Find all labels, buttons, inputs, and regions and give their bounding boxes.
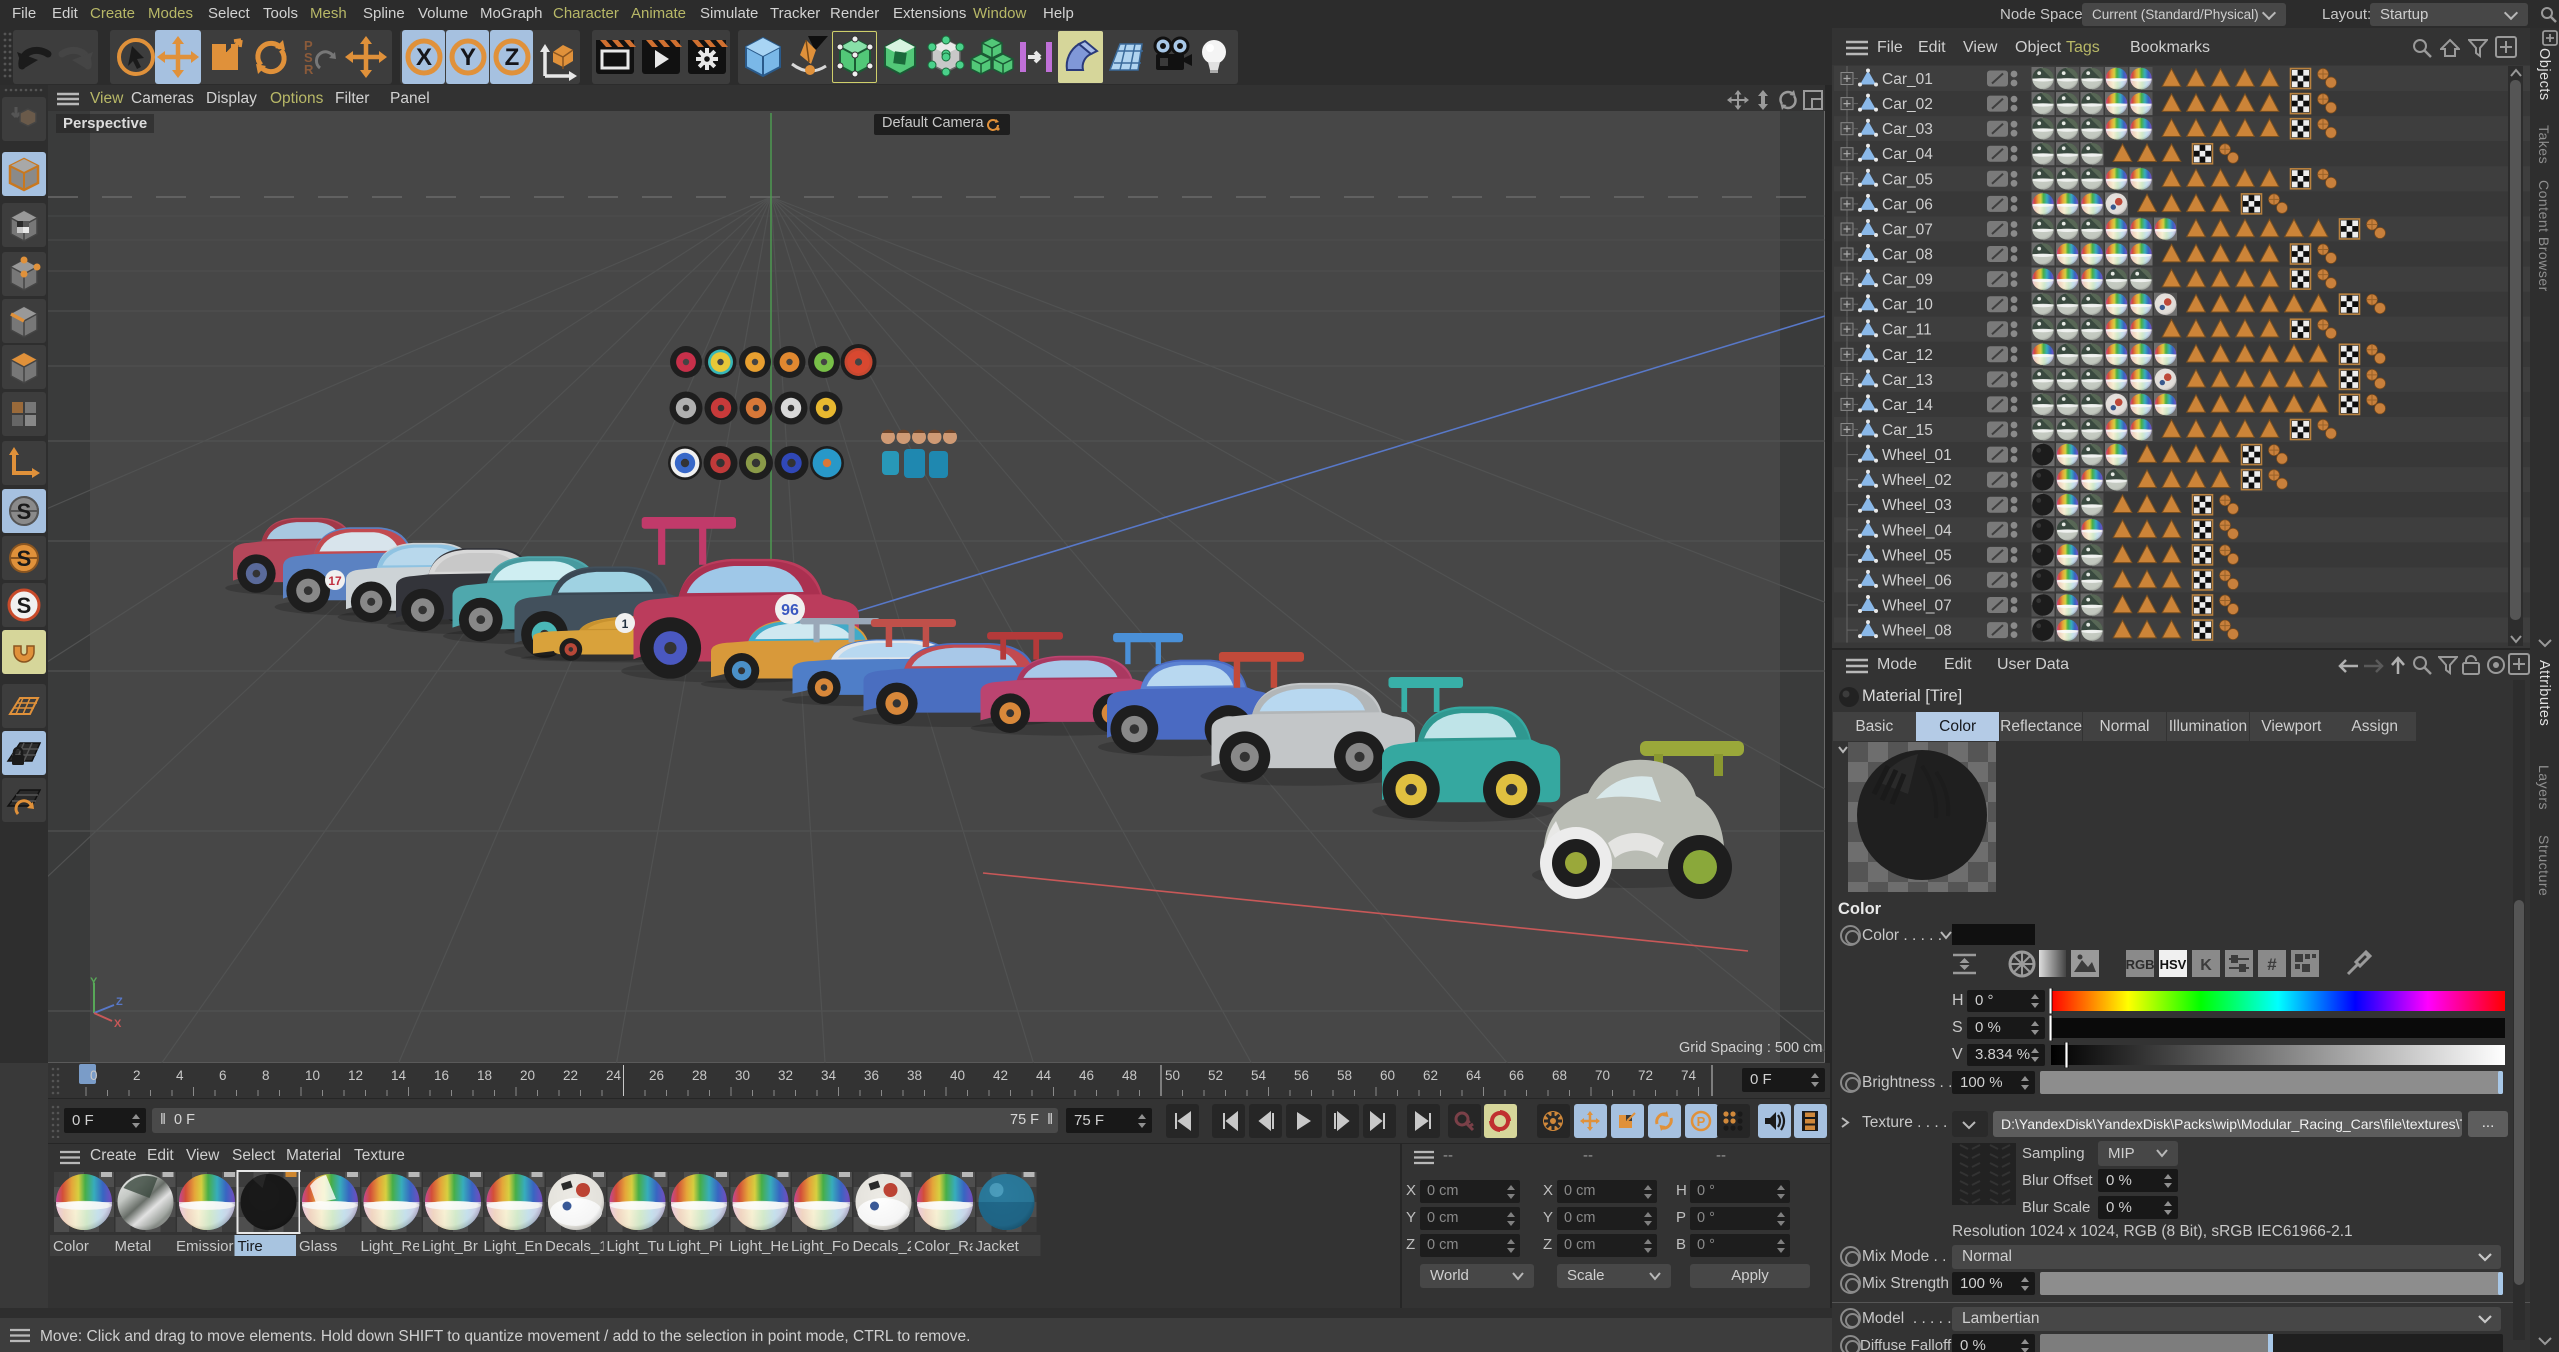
svg-text:Car_09: Car_09 bbox=[1882, 272, 1933, 289]
svg-text:Car_02: Car_02 bbox=[1882, 96, 1933, 113]
svg-text:70: 70 bbox=[1595, 1068, 1610, 1083]
svg-text:#: # bbox=[2267, 955, 2277, 974]
svg-text:Car_08: Car_08 bbox=[1882, 247, 1933, 264]
svg-text:74: 74 bbox=[1681, 1068, 1697, 1083]
svg-text:Light_Fo: Light_Fo bbox=[791, 1238, 849, 1255]
svg-text:54: 54 bbox=[1251, 1068, 1267, 1083]
svg-text:HSV: HSV bbox=[2160, 957, 2187, 972]
svg-text:14: 14 bbox=[391, 1068, 407, 1083]
svg-text:28: 28 bbox=[692, 1068, 707, 1083]
svg-text:Light_En: Light_En bbox=[484, 1238, 543, 1255]
svg-text:12: 12 bbox=[348, 1068, 363, 1083]
svg-text:34: 34 bbox=[821, 1068, 837, 1083]
svg-text:Emissior: Emissior bbox=[176, 1238, 234, 1255]
svg-text:Car_05: Car_05 bbox=[1882, 171, 1933, 188]
svg-text:Car_15: Car_15 bbox=[1882, 422, 1933, 439]
svg-text:Wheel_05: Wheel_05 bbox=[1882, 547, 1952, 564]
svg-text:20: 20 bbox=[520, 1068, 535, 1083]
svg-text:Light_Br: Light_Br bbox=[422, 1238, 478, 1255]
svg-text:P: P bbox=[1697, 1114, 1706, 1129]
svg-text:S: S bbox=[17, 499, 32, 524]
svg-text:60: 60 bbox=[1380, 1068, 1395, 1083]
svg-text:44: 44 bbox=[1036, 1068, 1052, 1083]
svg-text:Z: Z bbox=[505, 44, 520, 71]
svg-text:64: 64 bbox=[1466, 1068, 1482, 1083]
svg-text:S: S bbox=[17, 593, 32, 618]
svg-text:46: 46 bbox=[1079, 1068, 1094, 1083]
svg-text:Wheel_08: Wheel_08 bbox=[1882, 623, 1952, 640]
svg-text:36: 36 bbox=[864, 1068, 879, 1083]
svg-text:2: 2 bbox=[133, 1068, 141, 1083]
svg-text:S: S bbox=[17, 546, 32, 571]
svg-text:Decals_1: Decals_1 bbox=[545, 1238, 608, 1255]
svg-text:40: 40 bbox=[950, 1068, 965, 1083]
svg-text:Jacket: Jacket bbox=[976, 1238, 1020, 1255]
svg-text:Car_12: Car_12 bbox=[1882, 347, 1933, 364]
svg-text:Wheel_01: Wheel_01 bbox=[1882, 447, 1952, 464]
svg-text:8: 8 bbox=[262, 1068, 270, 1083]
svg-text:Car_01: Car_01 bbox=[1882, 71, 1933, 88]
svg-text:1: 1 bbox=[622, 617, 629, 631]
svg-text:Color: Color bbox=[53, 1238, 89, 1255]
svg-text:18: 18 bbox=[477, 1068, 492, 1083]
svg-text:10: 10 bbox=[305, 1068, 320, 1083]
svg-text:32: 32 bbox=[778, 1068, 793, 1083]
svg-text:K: K bbox=[2200, 957, 2212, 974]
svg-text:Car_03: Car_03 bbox=[1882, 121, 1933, 138]
svg-text:Tire: Tire bbox=[238, 1238, 263, 1255]
svg-text:22: 22 bbox=[563, 1068, 578, 1083]
svg-text:X: X bbox=[114, 1018, 122, 1030]
svg-text:Y: Y bbox=[460, 44, 476, 71]
svg-text:96: 96 bbox=[781, 602, 799, 619]
svg-text:Y: Y bbox=[90, 976, 98, 988]
svg-text:68: 68 bbox=[1552, 1068, 1567, 1083]
svg-text:R: R bbox=[304, 62, 314, 77]
svg-text:16: 16 bbox=[434, 1068, 449, 1083]
svg-text:Car_10: Car_10 bbox=[1882, 297, 1933, 314]
svg-text:56: 56 bbox=[1294, 1068, 1309, 1083]
svg-text:Wheel_06: Wheel_06 bbox=[1882, 572, 1952, 589]
svg-text:Metal: Metal bbox=[115, 1238, 152, 1255]
svg-text:42: 42 bbox=[993, 1068, 1008, 1083]
svg-text:Glass: Glass bbox=[299, 1238, 337, 1255]
svg-text:Wheel_04: Wheel_04 bbox=[1882, 522, 1952, 539]
svg-text:Decals_2: Decals_2 bbox=[853, 1238, 916, 1255]
svg-text:4: 4 bbox=[176, 1068, 184, 1083]
svg-text:Z: Z bbox=[116, 996, 123, 1008]
svg-text:66: 66 bbox=[1509, 1068, 1524, 1083]
svg-text:RGB: RGB bbox=[2126, 957, 2154, 972]
svg-text:24: 24 bbox=[606, 1068, 622, 1083]
svg-text:30: 30 bbox=[735, 1068, 750, 1083]
svg-text:62: 62 bbox=[1423, 1068, 1438, 1083]
svg-text:Car_04: Car_04 bbox=[1882, 146, 1933, 163]
svg-text:Light_Tu: Light_Tu bbox=[607, 1238, 665, 1255]
svg-text:Color_Ra: Color_Ra bbox=[914, 1238, 978, 1255]
svg-text:X: X bbox=[416, 44, 432, 71]
svg-text:Car_14: Car_14 bbox=[1882, 397, 1933, 414]
svg-text:0: 0 bbox=[90, 1068, 98, 1083]
svg-text:Car_06: Car_06 bbox=[1882, 196, 1933, 213]
svg-text:26: 26 bbox=[649, 1068, 664, 1083]
svg-text:52: 52 bbox=[1208, 1068, 1223, 1083]
svg-text:Wheel_07: Wheel_07 bbox=[1882, 598, 1952, 615]
svg-text:48: 48 bbox=[1122, 1068, 1137, 1083]
svg-text:58: 58 bbox=[1337, 1068, 1352, 1083]
svg-text:Light_Re: Light_Re bbox=[361, 1238, 421, 1255]
svg-text:Wheel_02: Wheel_02 bbox=[1882, 472, 1952, 489]
svg-text:72: 72 bbox=[1638, 1068, 1653, 1083]
svg-text:Light_He: Light_He bbox=[730, 1238, 790, 1255]
svg-text:38: 38 bbox=[907, 1068, 922, 1083]
svg-text:Car_11: Car_11 bbox=[1882, 322, 1932, 339]
svg-text:17: 17 bbox=[328, 574, 342, 588]
svg-text:Car_13: Car_13 bbox=[1882, 372, 1933, 389]
svg-text:Car_07: Car_07 bbox=[1882, 222, 1933, 239]
svg-text:Light_Pi: Light_Pi bbox=[668, 1238, 722, 1255]
svg-text:50: 50 bbox=[1165, 1068, 1180, 1083]
svg-text:6: 6 bbox=[219, 1068, 227, 1083]
svg-text:Wheel_03: Wheel_03 bbox=[1882, 497, 1952, 514]
